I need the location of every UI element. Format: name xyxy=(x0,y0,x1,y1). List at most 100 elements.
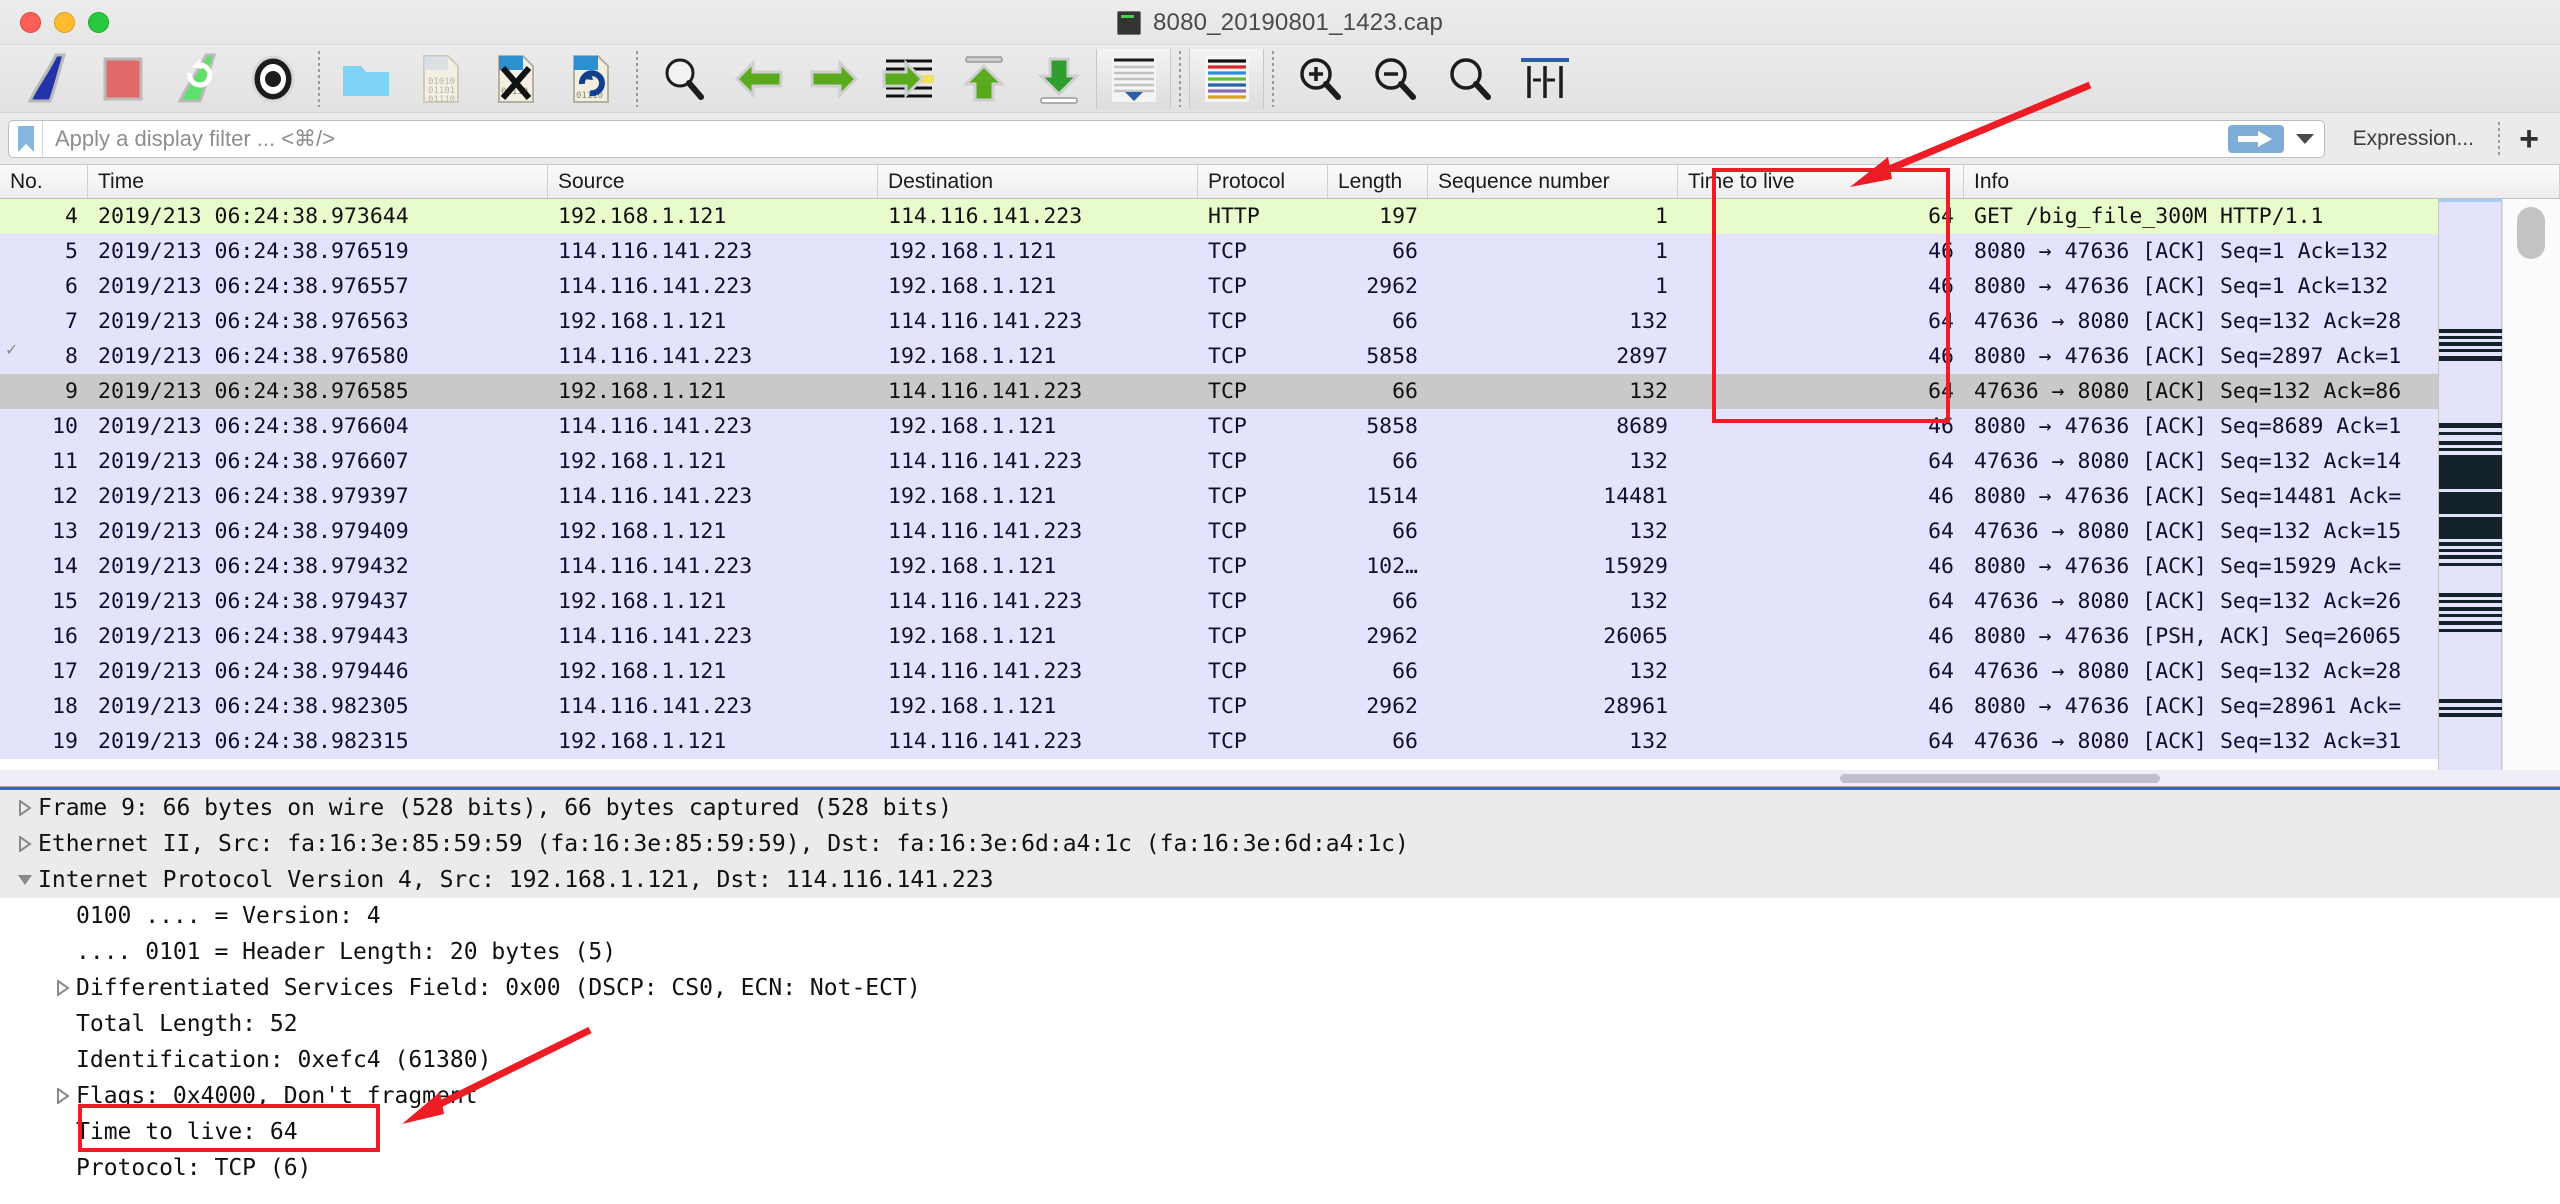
detail-row[interactable]: 0100 .... = Version: 4 xyxy=(0,898,2560,934)
open-file-icon[interactable] xyxy=(328,49,403,109)
expand-triangle-icon[interactable] xyxy=(12,836,38,852)
zoom-in-icon[interactable] xyxy=(1282,49,1357,109)
column-header-destination[interactable]: Destination xyxy=(878,165,1198,198)
go-to-first-icon[interactable] xyxy=(946,49,1021,109)
detail-row[interactable]: .... 0101 = Header Length: 20 bytes (5) xyxy=(0,934,2560,970)
cell-protocol: TCP xyxy=(1208,694,1247,719)
detail-row[interactable]: Frame 9: 66 bytes on wire (528 bits), 66… xyxy=(0,790,2560,826)
detail-row[interactable]: Ethernet II, Src: fa:16:3e:85:59:59 (fa:… xyxy=(0,826,2560,862)
column-header-no[interactable]: No. xyxy=(0,165,88,198)
column-header-length[interactable]: Length xyxy=(1328,165,1428,198)
collapse-triangle-icon[interactable] xyxy=(12,873,38,887)
detail-row[interactable]: Identification: 0xefc4 (61380) xyxy=(0,1042,2560,1078)
cell-protocol: TCP xyxy=(1208,414,1247,439)
packet-row[interactable]: 17 2019/213 06:24:38.979446 192.168.1.121 1… xyxy=(0,654,2560,689)
packet-row[interactable]: 10 2019/213 06:24:38.976604 114.116.141.22… xyxy=(0,409,2560,444)
colorize-icon[interactable] xyxy=(1189,48,1264,109)
packet-row[interactable]: 14 2019/213 06:24:38.979432 114.116.141.22… xyxy=(0,549,2560,584)
resize-columns-icon[interactable] xyxy=(1507,49,1582,109)
cell-destination: 192.168.1.121 xyxy=(888,274,1057,299)
detail-row-label: 0100 .... = Version: 4 xyxy=(76,903,381,929)
packet-list-rows[interactable]: 4 2019/213 06:24:38.973644 192.168.1.121 11… xyxy=(0,199,2560,759)
filter-history-dropdown-icon[interactable] xyxy=(2290,133,2320,144)
column-header-protocol[interactable]: Protocol xyxy=(1198,165,1328,198)
cell-ttl: 46 xyxy=(1928,274,1954,299)
cell-length: 66 xyxy=(1392,379,1418,404)
cell-source: 192.168.1.121 xyxy=(558,519,727,544)
packet-row[interactable]: 15 2019/213 06:24:38.979437 192.168.1.121 1… xyxy=(0,584,2560,619)
cell-no: 18 xyxy=(52,694,78,719)
cell-time: 2019/213 06:24:38.979409 xyxy=(98,519,409,544)
packet-row[interactable]: 12 2019/213 06:24:38.979397 114.116.141.22… xyxy=(0,479,2560,514)
expand-triangle-icon[interactable] xyxy=(50,980,76,996)
add-filter-button[interactable]: + xyxy=(2506,122,2552,156)
detail-row-label: Internet Protocol Version 4, Src: 192.16… xyxy=(38,867,994,893)
detail-row[interactable]: Time to live: 64 xyxy=(0,1114,2560,1150)
packet-row[interactable]: 11 2019/213 06:24:38.976607 192.168.1.121 1… xyxy=(0,444,2560,479)
packet-row[interactable]: 18 2019/213 06:24:38.982305 114.116.141.22… xyxy=(0,689,2560,724)
column-header-time[interactable]: Time xyxy=(88,165,548,198)
cell-length: 66 xyxy=(1392,659,1418,684)
packet-row[interactable]: 4 2019/213 06:24:38.973644 192.168.1.121 11… xyxy=(0,199,2560,234)
restart-capture-icon[interactable] xyxy=(160,49,235,109)
packet-row[interactable]: 7 2019/213 06:24:38.976563 192.168.1.121 11… xyxy=(0,304,2560,339)
cell-source: 114.116.141.223 xyxy=(558,274,753,299)
detail-row[interactable]: Protocol: TCP (6) xyxy=(0,1150,2560,1186)
column-header-sequence[interactable]: Sequence number xyxy=(1428,165,1678,198)
cell-length: 5858 xyxy=(1366,414,1418,439)
filter-bookmark-icon[interactable] xyxy=(9,120,43,157)
go-to-last-icon[interactable] xyxy=(1021,49,1096,109)
packet-row[interactable]: 6 2019/213 06:24:38.976557 114.116.141.223… xyxy=(0,269,2560,304)
cell-ttl: 46 xyxy=(1928,484,1954,509)
packet-row[interactable]: 19 2019/213 06:24:38.982315 192.168.1.121 1… xyxy=(0,724,2560,759)
go-to-packet-icon[interactable] xyxy=(871,49,946,109)
packet-row[interactable]: ✓ 8 2019/213 06:24:38.976580 114.116.141.22… xyxy=(0,339,2560,374)
packet-row[interactable]: 16 2019/213 06:24:38.979443 114.116.141.22… xyxy=(0,619,2560,654)
packet-row[interactable]: 13 2019/213 06:24:38.979409 192.168.1.121 1… xyxy=(0,514,2560,549)
cell-length: 66 xyxy=(1392,519,1418,544)
zoom-out-icon[interactable] xyxy=(1357,49,1432,109)
cell-length: 2962 xyxy=(1366,694,1418,719)
detail-row[interactable]: Flags: 0x4000, Don't fragment xyxy=(0,1078,2560,1114)
detail-row[interactable]: Total Length: 52 xyxy=(0,1006,2560,1042)
arrow-to-ttl-column xyxy=(1850,81,2092,187)
go-forward-icon[interactable] xyxy=(796,49,871,109)
zoom-reset-icon[interactable] xyxy=(1432,49,1507,109)
expand-triangle-icon[interactable] xyxy=(12,800,38,816)
arrow-to-ttl-field xyxy=(402,1026,592,1124)
hscrollbar-thumb[interactable] xyxy=(1840,774,2160,783)
cell-length: 2962 xyxy=(1366,624,1418,649)
cell-no: 19 xyxy=(52,729,78,754)
packet-list-header[interactable]: No. Time Source Destination Protocol Length Se… xyxy=(0,165,2560,199)
reload-file-icon[interactable]: 01110 xyxy=(553,49,628,109)
find-packet-icon[interactable] xyxy=(646,49,721,109)
expand-triangle-icon[interactable] xyxy=(50,1088,76,1104)
stop-capture-icon[interactable] xyxy=(85,49,160,109)
intelligent-scrollbar-minimap[interactable] xyxy=(2438,199,2503,786)
filter-expression-button[interactable]: Expression... xyxy=(2335,127,2492,151)
cell-ttl: 64 xyxy=(1928,729,1954,754)
cell-ttl: 46 xyxy=(1928,239,1954,264)
cell-length: 197 xyxy=(1379,204,1418,229)
packet-details-pane[interactable]: Frame 9: 66 bytes on wire (528 bits), 66… xyxy=(0,787,2560,1204)
start-capture-icon[interactable] xyxy=(10,49,85,109)
apply-filter-button[interactable] xyxy=(2227,124,2284,153)
scrollbar-thumb[interactable] xyxy=(2517,207,2545,259)
detail-row[interactable]: Differentiated Services Field: 0x00 (DSC… xyxy=(0,970,2560,1006)
detail-row[interactable]: Internet Protocol Version 4, Src: 192.16… xyxy=(0,862,2560,898)
packet-row[interactable]: 5 2019/213 06:24:38.976519 114.116.141.223… xyxy=(0,234,2560,269)
column-header-source[interactable]: Source xyxy=(548,165,878,198)
close-file-icon[interactable]: 01110 xyxy=(478,49,553,109)
cell-ttl: 64 xyxy=(1928,309,1954,334)
packet-list-pane: No. Time Source Destination Protocol Length Se… xyxy=(0,165,2560,787)
go-back-icon[interactable] xyxy=(721,49,796,109)
cell-ttl: 64 xyxy=(1928,379,1954,404)
packet-list-vertical-scrollbar[interactable] xyxy=(2502,199,2560,786)
detail-row-label: .... 0101 = Header Length: 20 bytes (5) xyxy=(76,939,617,965)
capture-options-icon[interactable] xyxy=(235,49,310,109)
packet-list-horizontal-scrollbar[interactable] xyxy=(0,770,2560,786)
cell-protocol: TCP xyxy=(1208,379,1247,404)
packet-row[interactable]: 9 2019/213 06:24:38.976585 192.168.1.121 11… xyxy=(0,374,2560,409)
auto-scroll-icon[interactable] xyxy=(1096,48,1171,109)
save-file-icon[interactable]: 01010 01101 01110 xyxy=(403,49,478,109)
